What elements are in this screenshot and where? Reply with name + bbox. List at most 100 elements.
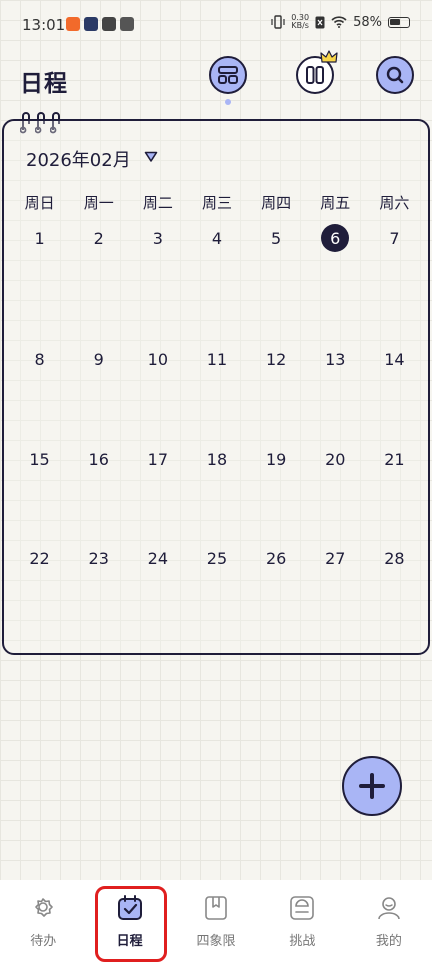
day-cell[interactable]: 20 — [306, 444, 365, 474]
day-cell[interactable]: 23 — [69, 543, 128, 573]
add-schedule-button[interactable] — [342, 756, 402, 816]
active-view-dot — [225, 99, 231, 105]
month-selector[interactable]: 2026年02月 — [26, 146, 131, 172]
nav-label: 我的 — [375, 934, 402, 949]
battery-percent: 58% — [353, 14, 382, 30]
day-number: 16 — [88, 449, 109, 469]
day-number: 12 — [265, 349, 287, 369]
scale-icon — [290, 896, 315, 920]
plus-icon — [359, 773, 385, 799]
nav-item-profile[interactable]: 我的 — [346, 880, 432, 964]
weekday-label: 周五 — [320, 194, 351, 212]
weekday-header: 周日 周一 周二 周三 周四 周五 周六 — [10, 192, 424, 213]
day-cell[interactable]: 13 — [306, 344, 365, 374]
notification-icons — [66, 17, 134, 31]
day-cell[interactable]: 24 — [128, 543, 187, 573]
columns-icon — [306, 66, 324, 84]
day-number: 27 — [325, 548, 346, 568]
nav-label: 待办 — [30, 934, 57, 949]
search-icon — [386, 66, 404, 84]
day-cell[interactable]: 7 — [365, 223, 424, 253]
day-cell[interactable]: 21 — [365, 444, 424, 474]
day-cell[interactable]: 26 — [247, 543, 306, 573]
network-speed: 0.30 KB/s — [291, 14, 309, 30]
day-cell[interactable]: 2 — [69, 223, 128, 253]
day-cell[interactable]: 25 — [187, 543, 246, 573]
gear-icon — [35, 898, 54, 917]
crown-icon — [320, 50, 338, 63]
day-cell[interactable]: 11 — [187, 344, 246, 374]
day-number: 2 — [93, 228, 104, 248]
day-number: 28 — [384, 548, 405, 568]
day-cell-today[interactable]: 6 — [306, 223, 365, 253]
day-number: 19 — [265, 449, 287, 469]
day-cell[interactable]: 5 — [247, 223, 306, 253]
weekday-label: 周日 — [24, 194, 55, 212]
week-row: 15 16 17 18 19 20 21 — [10, 444, 424, 474]
nav-label: 挑战 — [289, 934, 316, 949]
day-cell[interactable]: 1 — [10, 223, 69, 253]
caret-down-icon[interactable] — [144, 151, 158, 163]
video-app-icon — [84, 17, 98, 31]
calendar-card: 2026年02月 周日 周一 周二 周三 周四 周五 周六 1 2 3 4 5 … — [2, 119, 430, 655]
day-cell[interactable]: 4 — [187, 223, 246, 253]
day-cell[interactable]: 27 — [306, 543, 365, 573]
day-cell[interactable]: 19 — [247, 444, 306, 474]
day-number: 22 — [29, 548, 50, 568]
day-number: 15 — [29, 449, 50, 469]
nav-label: 四象限 — [196, 934, 236, 949]
status-indicators: 0.30 KB/s 58% — [271, 14, 410, 30]
page-title: 日程 — [20, 71, 68, 97]
week-row: 22 23 24 25 26 27 28 — [10, 543, 424, 573]
day-number: 7 — [389, 228, 400, 248]
day-cell[interactable]: 18 — [187, 444, 246, 474]
day-number: 24 — [147, 548, 169, 568]
day-number: 8 — [34, 349, 45, 369]
nav-item-quadrant[interactable]: 四象限 — [173, 880, 259, 964]
day-number: 5 — [271, 228, 282, 248]
day-cell[interactable]: 9 — [69, 344, 128, 374]
day-number: 23 — [88, 548, 109, 568]
day-cell[interactable]: 22 — [10, 543, 69, 573]
weekday-label: 周四 — [261, 194, 292, 212]
bottom-nav: 待办 日程 四象限 挑战 我的 — [0, 880, 432, 964]
user-icon — [378, 897, 400, 920]
nav-item-todo[interactable]: 待办 — [0, 880, 86, 964]
app-notification-icon — [66, 17, 80, 31]
day-number: 10 — [147, 349, 169, 369]
day-cell[interactable]: 3 — [128, 223, 187, 253]
week-row: 8 9 10 11 12 13 14 — [10, 344, 424, 374]
day-cell[interactable]: 14 — [365, 344, 424, 374]
network-speed-unit: KB/s — [291, 21, 309, 30]
active-tab-highlight — [95, 886, 167, 962]
day-cell[interactable]: 16 — [69, 444, 128, 474]
day-number: 14 — [384, 349, 405, 369]
sim-icon — [315, 16, 325, 28]
status-bar: 13:01 0.30 KB/s 58% — [0, 0, 432, 50]
wifi-icon — [331, 16, 347, 28]
day-number: 4 — [211, 228, 223, 248]
day-number: 9 — [93, 349, 104, 369]
day-number: 17 — [147, 449, 169, 469]
vibrate-icon — [271, 15, 285, 29]
day-cell[interactable]: 15 — [10, 444, 69, 474]
day-cell[interactable]: 12 — [247, 344, 306, 374]
battery-icon — [388, 16, 410, 28]
message-app-icon — [120, 17, 134, 31]
day-number: 21 — [384, 449, 405, 469]
day-cell[interactable]: 8 — [10, 344, 69, 374]
day-number: 26 — [265, 548, 287, 568]
weekday-label: 周三 — [201, 194, 232, 212]
link-app-icon — [102, 17, 116, 31]
today-marker: 6 — [321, 224, 350, 252]
day-number: 13 — [325, 349, 346, 369]
layout-view-button[interactable] — [209, 56, 247, 94]
weekday-label: 周二 — [142, 194, 173, 212]
layout-grid-icon — [218, 66, 238, 84]
week-row: 1 2 3 4 5 6 7 — [10, 223, 424, 253]
search-button[interactable] — [376, 56, 414, 94]
nav-item-challenge[interactable]: 挑战 — [259, 880, 345, 964]
day-cell[interactable]: 17 — [128, 444, 187, 474]
day-cell[interactable]: 10 — [128, 344, 187, 374]
day-cell[interactable]: 28 — [365, 543, 424, 573]
